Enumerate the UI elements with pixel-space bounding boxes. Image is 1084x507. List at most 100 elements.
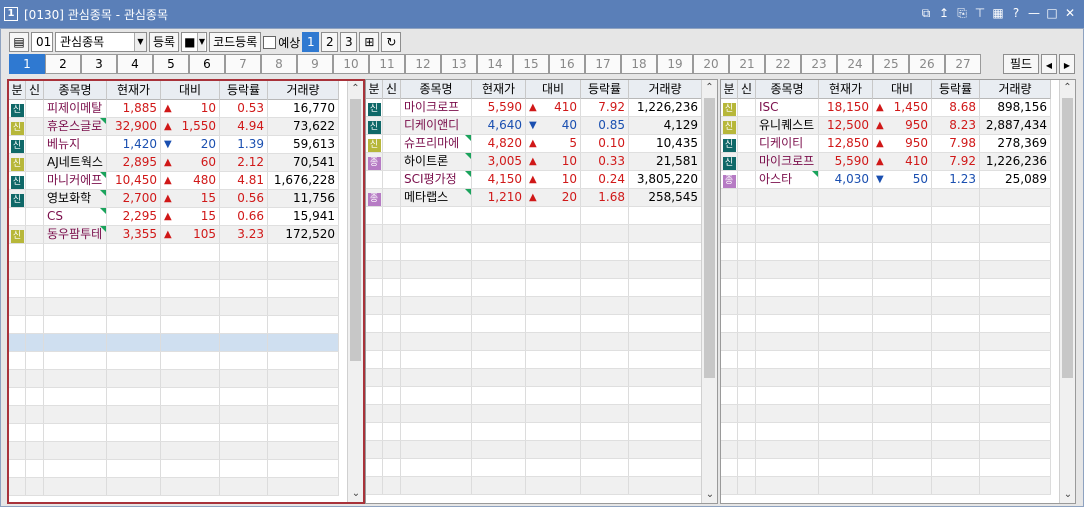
table-row[interactable] (9, 298, 339, 316)
cell-name[interactable] (44, 298, 107, 315)
refresh-button[interactable]: ↻ (381, 32, 402, 52)
tab-14[interactable]: 14 (477, 54, 513, 74)
group-number-input[interactable]: 01 (31, 32, 53, 52)
group-list-button[interactable]: ▤ (9, 32, 29, 52)
scroll-thumb[interactable] (704, 98, 715, 378)
scroll-up-icon[interactable]: ⌃ (348, 81, 363, 97)
tab-26[interactable]: 26 (909, 54, 945, 74)
table-row[interactable] (9, 478, 339, 496)
header-col-rate[interactable]: 등락률 (220, 81, 268, 100)
cell-name[interactable] (756, 369, 819, 386)
tab-8[interactable]: 8 (261, 54, 297, 74)
cell-name[interactable] (44, 316, 107, 333)
cell-name[interactable] (401, 423, 472, 440)
table-row[interactable]: 종 하이트론 3,005 ▲ 10 0.33 21,581 (366, 153, 702, 171)
field-button[interactable]: 필드 (1003, 54, 1039, 74)
table-row[interactable] (9, 406, 339, 424)
cell-name[interactable]: 하이트론 (401, 153, 472, 170)
cell-name[interactable] (401, 297, 472, 314)
table-row[interactable] (721, 387, 1051, 405)
table-row[interactable]: 신 AJ네트웍스 2,895 ▲ 60 2.12 70,541 (9, 154, 339, 172)
cell-name[interactable] (401, 387, 472, 404)
cell-name[interactable] (756, 423, 819, 440)
tab-24[interactable]: 24 (837, 54, 873, 74)
cell-name[interactable]: 메타랩스 (401, 189, 472, 206)
table-row[interactable] (9, 424, 339, 442)
tab-15[interactable]: 15 (513, 54, 549, 74)
tab-12[interactable]: 12 (405, 54, 441, 74)
cell-name[interactable] (756, 261, 819, 278)
cell-name[interactable] (756, 477, 819, 494)
tab-19[interactable]: 19 (657, 54, 693, 74)
table-row[interactable] (9, 316, 339, 334)
table-row[interactable] (721, 279, 1051, 297)
table-row[interactable] (366, 261, 702, 279)
table-row[interactable] (9, 460, 339, 478)
table-row[interactable] (366, 243, 702, 261)
tab-23[interactable]: 23 (801, 54, 837, 74)
cell-name[interactable] (44, 388, 107, 405)
header-col-name[interactable]: 종목명 (756, 80, 819, 99)
table-row[interactable]: 신 슈프리마에 4,820 ▲ 5 0.10 10,435 (366, 135, 702, 153)
page-button-3[interactable]: 3 (340, 32, 358, 52)
register-button[interactable]: 등록 (149, 32, 180, 52)
cell-name[interactable]: 아스타 (756, 171, 819, 188)
table-row[interactable]: SCI평가정 4,150 ▲ 10 0.24 3,805,220 (366, 171, 702, 189)
vertical-scrollbar[interactable]: ⌃ ⌄ (1059, 80, 1075, 503)
table-row[interactable]: 신 유니퀘스트 12,500 ▲ 950 8.23 2,887,434 (721, 117, 1051, 135)
table-row[interactable] (721, 315, 1051, 333)
table-row[interactable] (9, 262, 339, 280)
table-row[interactable] (366, 405, 702, 423)
header-col-volume[interactable]: 거래량 (629, 80, 702, 99)
header-col-change[interactable]: 대비 (161, 81, 220, 100)
table-row[interactable] (9, 388, 339, 406)
cell-name[interactable] (401, 351, 472, 368)
cell-name[interactable]: 디케이앤디 (401, 117, 472, 134)
tab-2[interactable]: 2 (45, 54, 81, 74)
table-row[interactable]: 신 휴온스글로 32,900 ▲ 1,550 4.94 73,622 (9, 118, 339, 136)
header-col-price[interactable]: 현재가 (819, 80, 873, 99)
table-row[interactable] (366, 477, 702, 495)
table-row[interactable] (721, 207, 1051, 225)
tab-11[interactable]: 11 (369, 54, 405, 74)
maximize-icon[interactable]: □ (1046, 6, 1058, 20)
cell-name[interactable] (401, 243, 472, 260)
cell-name[interactable]: 마이크로프 (401, 99, 472, 116)
cell-name[interactable]: SCI평가정 (401, 171, 472, 188)
cell-name[interactable]: 마니커에프 (44, 172, 107, 189)
cell-name[interactable]: 마이크로프 (756, 153, 819, 170)
cell-name[interactable]: 유니퀘스트 (756, 117, 819, 134)
table-row[interactable] (9, 280, 339, 298)
tab-27[interactable]: 27 (945, 54, 981, 74)
cell-name[interactable] (401, 441, 472, 458)
cell-name[interactable] (401, 225, 472, 242)
cell-name[interactable] (44, 244, 107, 261)
tab-9[interactable]: 9 (297, 54, 333, 74)
table-row[interactable] (366, 459, 702, 477)
minimize-icon[interactable]: — (1028, 6, 1040, 20)
tab-17[interactable]: 17 (585, 54, 621, 74)
cell-name[interactable] (44, 334, 107, 351)
tab-25[interactable]: 25 (873, 54, 909, 74)
table-row[interactable]: 신 ISC 18,150 ▲ 1,450 8.68 898,156 (721, 99, 1051, 117)
tab-3[interactable]: 3 (81, 54, 117, 74)
table-row[interactable] (721, 333, 1051, 351)
table-row[interactable] (721, 441, 1051, 459)
table-row[interactable]: 신 베뉴지 1,420 ▼ 20 1.39 59,613 (9, 136, 339, 154)
table-row[interactable] (721, 297, 1051, 315)
table-row[interactable] (366, 441, 702, 459)
stay-on-top-icon[interactable]: ⊤ (974, 6, 986, 20)
cell-name[interactable] (44, 370, 107, 387)
cell-name[interactable] (44, 262, 107, 279)
cell-name[interactable]: 피제이메탈 (44, 100, 107, 117)
cell-name[interactable]: 슈프리마에 (401, 135, 472, 152)
table-row[interactable] (366, 297, 702, 315)
table-row[interactable] (721, 351, 1051, 369)
header-col-new[interactable]: 신 (26, 81, 44, 100)
table-row[interactable] (721, 189, 1051, 207)
table-row[interactable]: 신 피제이메탈 1,885 ▲ 10 0.53 16,770 (9, 100, 339, 118)
tab-4[interactable]: 4 (117, 54, 153, 74)
table-row[interactable]: 신 마이크로프 5,590 ▲ 410 7.92 1,226,236 (721, 153, 1051, 171)
cell-name[interactable] (401, 459, 472, 476)
cell-name[interactable] (756, 405, 819, 422)
